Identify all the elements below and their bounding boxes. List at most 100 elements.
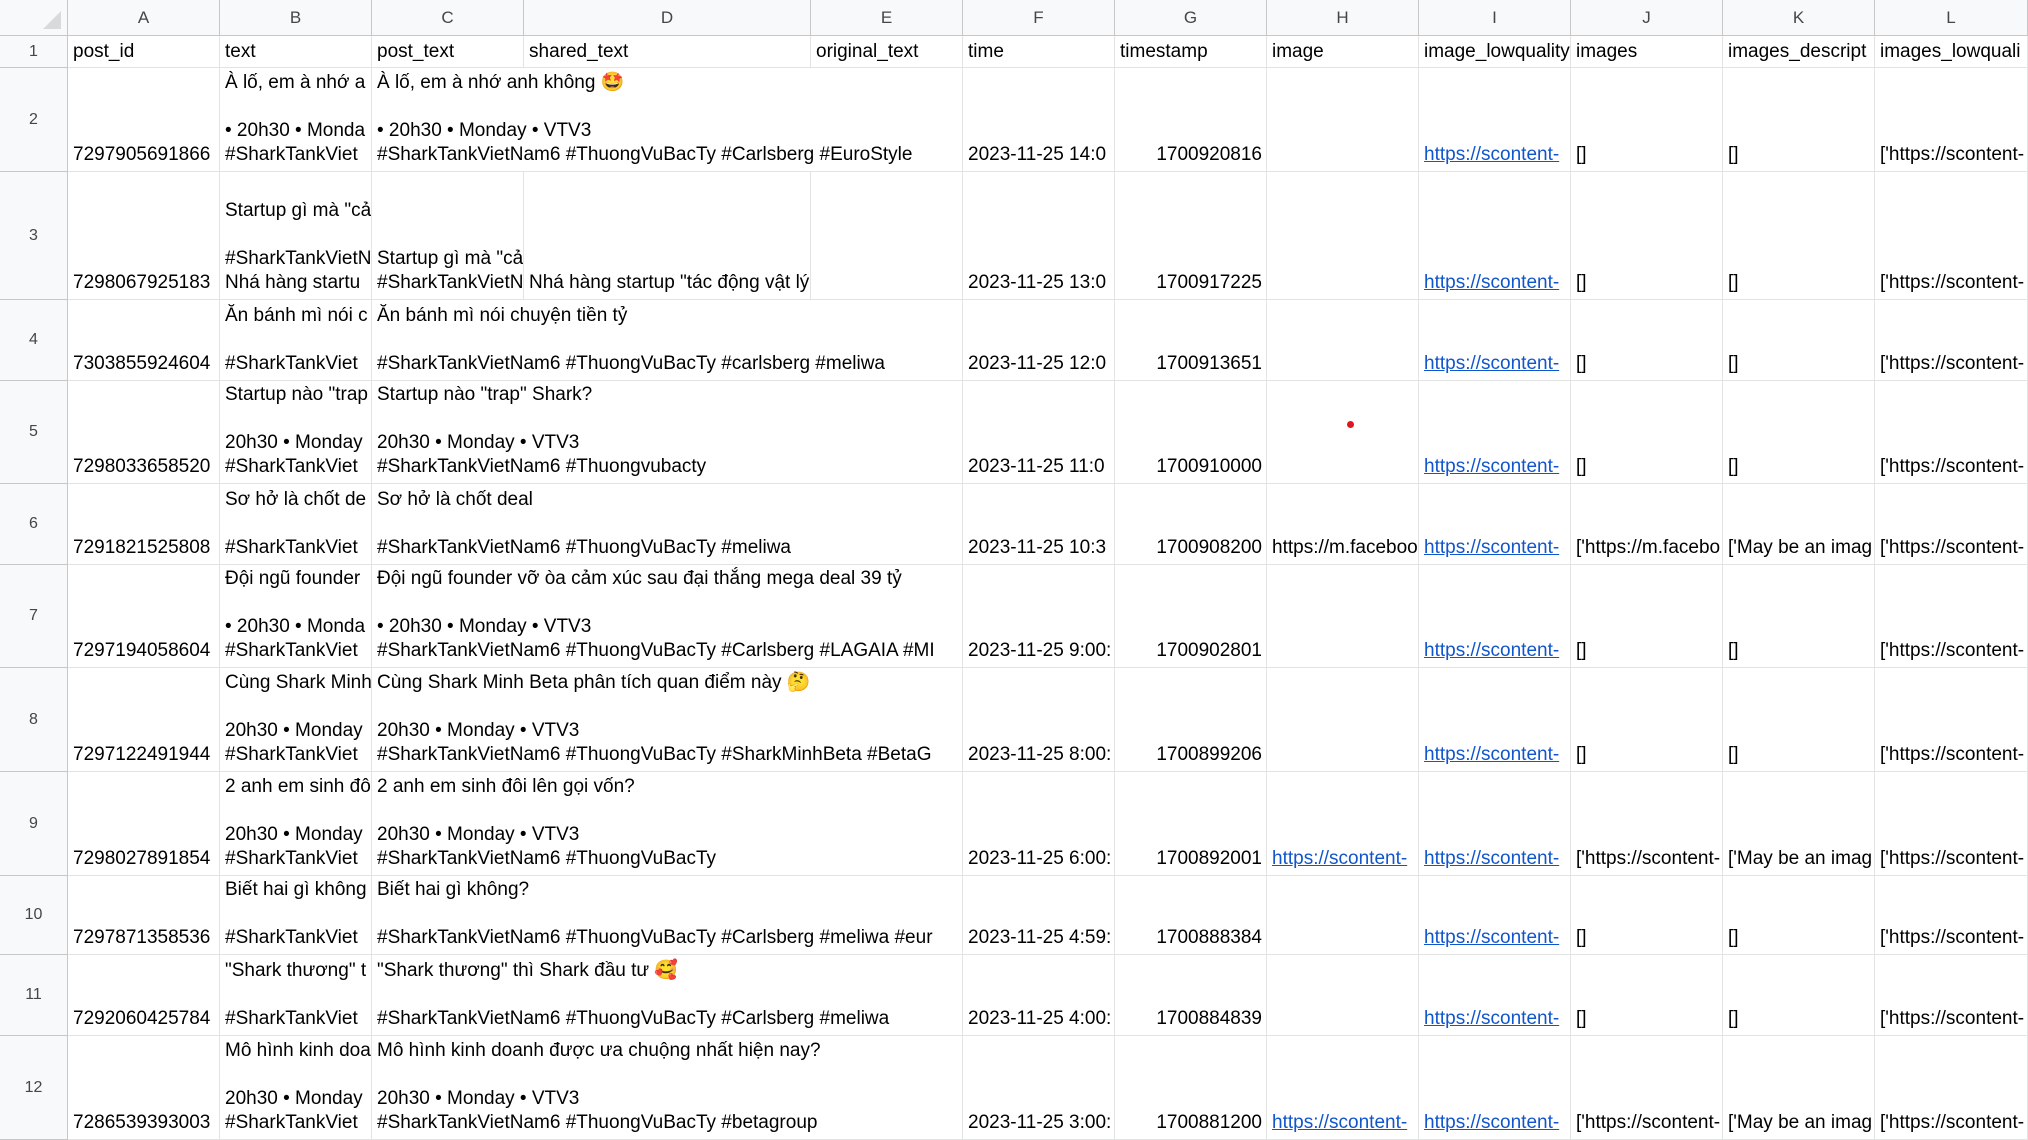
cell-text[interactable]: Cùng Shark Minh 20h30 • Monday #SharkTan… <box>220 668 372 772</box>
cell-post-id[interactable]: 7286539393003 <box>68 1036 220 1140</box>
cell-image[interactable] <box>1267 955 1419 1036</box>
row-header-6[interactable]: 6 <box>0 484 68 565</box>
cell-timestamp[interactable]: 1700910000 <box>1115 381 1267 484</box>
cell-timestamp[interactable]: 1700888384 <box>1115 876 1267 955</box>
cell-images[interactable]: [] <box>1571 668 1723 772</box>
cell-post-id[interactable]: 7297905691866 <box>68 68 220 172</box>
column-header-k[interactable]: K <box>1723 0 1875 36</box>
cell-images-lowquality[interactable]: ['https://scontent- <box>1875 772 2028 876</box>
cell-time[interactable]: 2023-11-25 4:00: <box>963 955 1115 1036</box>
cell-images-description[interactable]: ['May be an imag <box>1723 1036 1875 1140</box>
header-cell-image-lowquality[interactable]: image_lowquality <box>1419 36 1571 68</box>
cell-image-lowquality[interactable]: https://scontent- <box>1419 300 1571 381</box>
cell-images[interactable]: ['https://scontent- <box>1571 1036 1723 1140</box>
row-header-11[interactable]: 11 <box>0 955 68 1036</box>
column-header-e[interactable]: E <box>811 0 963 36</box>
cell-image[interactable] <box>1267 381 1419 484</box>
cell-text[interactable]: "Shark thương" t #SharkTankViet <box>220 955 372 1036</box>
cell-image[interactable]: https://scontent- <box>1267 772 1419 876</box>
row-header-9[interactable]: 9 <box>0 772 68 876</box>
cell-images[interactable]: ['https://m.facebo <box>1571 484 1723 565</box>
column-header-l[interactable]: L <box>1875 0 2028 36</box>
cell-images-lowquality[interactable]: ['https://scontent- <box>1875 172 2028 300</box>
cell-images-lowquality[interactable]: ['https://scontent- <box>1875 876 2028 955</box>
cell-time[interactable]: 2023-11-25 3:00: <box>963 1036 1115 1140</box>
cell-text[interactable]: Sơ hở là chốt de #SharkTankViet <box>220 484 372 565</box>
cell-images[interactable]: [] <box>1571 172 1723 300</box>
cell-images-lowquality[interactable]: ['https://scontent- <box>1875 668 2028 772</box>
cell-post-text[interactable]: À lố, em à nhớ anh không 🤩 • 20h30 • Mon… <box>372 68 963 172</box>
cell-images-description[interactable]: [] <box>1723 300 1875 381</box>
header-cell-images-description[interactable]: images_descript <box>1723 36 1875 68</box>
cell-post-text[interactable]: Biết hai gì không? #SharkTankVietNam6 #T… <box>372 876 963 955</box>
header-cell-post-text[interactable]: post_text <box>372 36 524 68</box>
cell-original-text[interactable] <box>811 172 963 300</box>
cell-post-text[interactable]: Ăn bánh mì nói chuyện tiền tỷ #SharkTank… <box>372 300 963 381</box>
cell-post-id[interactable]: 7291821525808 <box>68 484 220 565</box>
cell-images-description[interactable]: [] <box>1723 876 1875 955</box>
cell-timestamp[interactable]: 1700917225 <box>1115 172 1267 300</box>
cell-image[interactable]: https://m.faceboo <box>1267 484 1419 565</box>
cell-images-description[interactable]: ['May be an imag <box>1723 772 1875 876</box>
cell-image[interactable] <box>1267 172 1419 300</box>
header-cell-text[interactable]: text <box>220 36 372 68</box>
row-header-2[interactable]: 2 <box>0 68 68 172</box>
column-header-i[interactable]: I <box>1419 0 1571 36</box>
cell-images[interactable]: [] <box>1571 876 1723 955</box>
cell-images[interactable]: [] <box>1571 300 1723 381</box>
cell-image[interactable] <box>1267 300 1419 381</box>
cell-images-lowquality[interactable]: ['https://scontent- <box>1875 68 2028 172</box>
cell-images-lowquality[interactable]: ['https://scontent- <box>1875 300 2028 381</box>
cell-text[interactable]: Biết hai gì không #SharkTankViet <box>220 876 372 955</box>
cell-image-lowquality[interactable]: https://scontent- <box>1419 484 1571 565</box>
cell-images-description[interactable]: [] <box>1723 172 1875 300</box>
header-cell-time[interactable]: time <box>963 36 1115 68</box>
cell-image-lowquality[interactable]: https://scontent- <box>1419 565 1571 668</box>
cell-images-lowquality[interactable]: ['https://scontent- <box>1875 484 2028 565</box>
cell-images-lowquality[interactable]: ['https://scontent- <box>1875 955 2028 1036</box>
cell-post-id[interactable]: 7298027891854 <box>68 772 220 876</box>
cell-post-id[interactable]: 7297194058604 <box>68 565 220 668</box>
cell-time[interactable]: 2023-11-25 6:00: <box>963 772 1115 876</box>
cell-post-id[interactable]: 7297871358536 <box>68 876 220 955</box>
cell-image[interactable] <box>1267 876 1419 955</box>
cell-time[interactable]: 2023-11-25 14:0 <box>963 68 1115 172</box>
select-all-corner[interactable] <box>0 0 68 36</box>
row-header-4[interactable]: 4 <box>0 300 68 381</box>
cell-post-id[interactable]: 7292060425784 <box>68 955 220 1036</box>
column-header-j[interactable]: J <box>1571 0 1723 36</box>
cell-time[interactable]: 2023-11-25 13:0 <box>963 172 1115 300</box>
cell-images-lowquality[interactable]: ['https://scontent- <box>1875 1036 2028 1140</box>
cell-image[interactable] <box>1267 565 1419 668</box>
cell-images-description[interactable]: ['May be an imag <box>1723 484 1875 565</box>
cell-images[interactable]: [] <box>1571 955 1723 1036</box>
cell-post-text[interactable]: Startup nào "trap" Shark? 20h30 • Monday… <box>372 381 963 484</box>
cell-image[interactable]: https://scontent- <box>1267 1036 1419 1140</box>
cell-images[interactable]: ['https://scontent- <box>1571 772 1723 876</box>
cell-images-description[interactable]: [] <box>1723 565 1875 668</box>
cell-image-lowquality[interactable]: https://scontent- <box>1419 772 1571 876</box>
cell-image-lowquality[interactable]: https://scontent- <box>1419 876 1571 955</box>
row-header-3[interactable]: 3 <box>0 172 68 300</box>
cell-timestamp[interactable]: 1700884839 <box>1115 955 1267 1036</box>
cell-time[interactable]: 2023-11-25 12:0 <box>963 300 1115 381</box>
cell-time[interactable]: 2023-11-25 11:0 <box>963 381 1115 484</box>
row-header-10[interactable]: 10 <box>0 876 68 955</box>
column-header-b[interactable]: B <box>220 0 372 36</box>
row-header-1[interactable]: 1 <box>0 36 68 68</box>
cell-post-text[interactable]: 2 anh em sinh đôi lên gọi vốn? 20h30 • M… <box>372 772 963 876</box>
cell-timestamp[interactable]: 1700908200 <box>1115 484 1267 565</box>
header-cell-shared-text[interactable]: shared_text <box>524 36 811 68</box>
cell-timestamp[interactable]: 1700892001 <box>1115 772 1267 876</box>
header-cell-original-text[interactable]: original_text <box>811 36 963 68</box>
cell-text[interactable]: Startup gì mà "cả #SharkTankVietN Nhá hà… <box>220 172 372 300</box>
column-header-c[interactable]: C <box>372 0 524 36</box>
column-header-g[interactable]: G <box>1115 0 1267 36</box>
cell-post-id[interactable]: 7297122491944 <box>68 668 220 772</box>
cell-timestamp[interactable]: 1700920816 <box>1115 68 1267 172</box>
cell-post-text[interactable]: "Shark thương" thì Shark đầu tư 🥰 #Shark… <box>372 955 963 1036</box>
cell-text[interactable]: Startup nào "trap 20h30 • Monday #SharkT… <box>220 381 372 484</box>
cell-timestamp[interactable]: 1700913651 <box>1115 300 1267 381</box>
cell-image-lowquality[interactable]: https://scontent- <box>1419 1036 1571 1140</box>
spreadsheet-grid[interactable]: ABCDEFGHIJKL 1 post_id text post_text shared… <box>0 0 2028 1140</box>
